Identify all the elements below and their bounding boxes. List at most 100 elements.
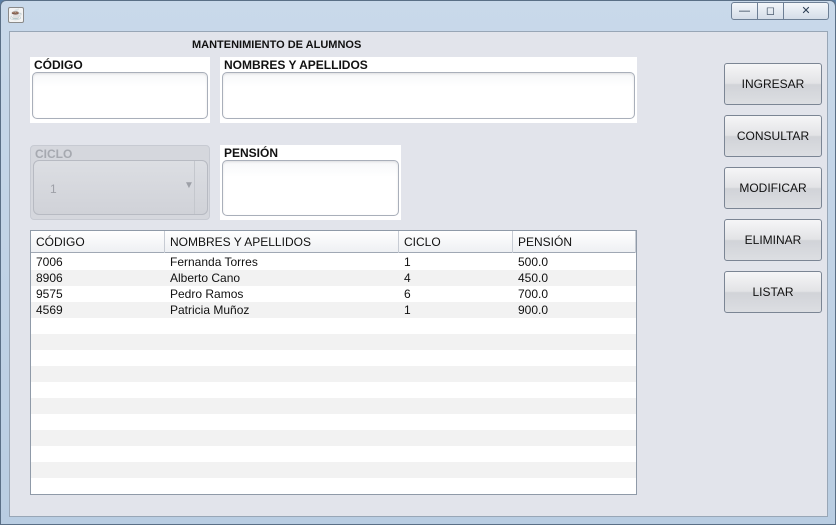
cell-ciclo: 1 (404, 255, 411, 269)
cell-ciclo (399, 414, 513, 430)
cell-nombres (165, 478, 399, 494)
modificar-button[interactable]: MODIFICAR (724, 167, 822, 209)
cell-codigo (31, 446, 165, 462)
cell-pension (513, 350, 636, 366)
table-row[interactable] (31, 334, 636, 350)
cell-codigo (31, 398, 165, 414)
cell-ciclo (399, 350, 513, 366)
cell-nombres (165, 430, 399, 446)
cell-codigo (31, 318, 165, 334)
column-header-pension[interactable]: PENSIÓN (513, 231, 636, 253)
consultar-button[interactable]: CONSULTAR (724, 115, 822, 157)
cell-pension: 450.0 (518, 271, 549, 285)
cell-codigo (31, 430, 165, 446)
minimize-button[interactable]: — (731, 2, 758, 20)
table-row[interactable] (31, 398, 636, 414)
table-row[interactable] (31, 478, 636, 494)
table-row[interactable]: 4569 Patricia Muñoz 1 900.0 (31, 302, 636, 318)
ciclo-selected-value: 1 (50, 182, 57, 196)
codigo-label: CÓDIGO (34, 58, 83, 72)
cell-pension (513, 318, 636, 334)
pension-panel: PENSIÓN (220, 145, 401, 220)
nombres-panel: NOMBRES Y APELLIDOS (220, 57, 637, 123)
close-button[interactable]: ✕ (784, 2, 829, 20)
column-header-ciclo[interactable]: CICLO (399, 231, 513, 253)
cell-codigo: 8906 (36, 271, 63, 285)
table-row[interactable] (31, 430, 636, 446)
nombres-label: NOMBRES Y APELLIDOS (224, 58, 368, 72)
cell-nombres (165, 318, 399, 334)
ciclo-select[interactable]: 1 ▼ (33, 160, 208, 215)
main-panel: MANTENIMIENTO DE ALUMNOS CÓDIGO NOMBRES … (9, 31, 828, 517)
cell-nombres (165, 414, 399, 430)
cell-ciclo (399, 366, 513, 382)
cell-nombres (165, 462, 399, 478)
table-row[interactable]: 7006 Fernanda Torres 1 500.0 (31, 254, 636, 270)
cell-codigo (31, 478, 165, 494)
cell-pension (513, 398, 636, 414)
codigo-panel: CÓDIGO (30, 57, 210, 123)
cell-ciclo (399, 382, 513, 398)
table-row[interactable] (31, 446, 636, 462)
ciclo-panel: CICLO 1 ▼ (30, 145, 210, 220)
cell-codigo: 9575 (36, 287, 63, 301)
table-header: CÓDIGO NOMBRES Y APELLIDOS CICLO PENSIÓN (31, 231, 636, 253)
cell-nombres (165, 334, 399, 350)
java-cup-icon[interactable]: ☕ (8, 7, 24, 23)
cell-codigo: 7006 (36, 255, 63, 269)
table-row[interactable]: 8906 Alberto Cano 4 450.0 (31, 270, 636, 286)
cell-nombres (165, 446, 399, 462)
table-row[interactable] (31, 318, 636, 334)
cell-nombres: Alberto Cano (170, 271, 241, 285)
cell-pension (513, 478, 636, 494)
ingresar-button[interactable]: INGRESAR (724, 63, 822, 105)
cell-pension (513, 414, 636, 430)
window-controls: — ◻ ✕ (731, 2, 829, 20)
alumnos-table[interactable]: CÓDIGO NOMBRES Y APELLIDOS CICLO PENSIÓN… (30, 230, 637, 495)
title-bar: ☕ — ◻ ✕ (1, 1, 835, 29)
cell-nombres: Patricia Muñoz (170, 303, 250, 317)
table-row[interactable] (31, 462, 636, 478)
table-body: 7006 Fernanda Torres 1 500.0 8906 Alberto Ca… (31, 254, 636, 494)
table-row[interactable] (31, 350, 636, 366)
cell-pension (513, 382, 636, 398)
listar-button[interactable]: LISTAR (724, 271, 822, 313)
cell-nombres (165, 366, 399, 382)
codigo-input[interactable] (32, 72, 208, 119)
cell-nombres (165, 350, 399, 366)
cell-pension: 900.0 (518, 303, 549, 317)
column-header-codigo[interactable]: CÓDIGO (31, 231, 165, 253)
chevron-down-icon: ▼ (184, 180, 194, 191)
cell-ciclo (399, 334, 513, 350)
nombres-input[interactable] (222, 72, 635, 119)
cell-pension (513, 462, 636, 478)
cell-pension (513, 334, 636, 350)
cell-pension: 700.0 (518, 287, 549, 301)
page-title: MANTENIMIENTO DE ALUMNOS (192, 39, 362, 51)
cell-ciclo (399, 478, 513, 494)
table-row[interactable] (31, 366, 636, 382)
table-row[interactable]: 9575 Pedro Ramos 6 700.0 (31, 286, 636, 302)
cell-nombres (165, 382, 399, 398)
cell-pension (513, 366, 636, 382)
cell-codigo (31, 414, 165, 430)
cell-nombres: Fernanda Torres (170, 255, 258, 269)
table-row[interactable] (31, 382, 636, 398)
cell-codigo (31, 382, 165, 398)
cell-codigo (31, 334, 165, 350)
cell-ciclo: 4 (404, 271, 411, 285)
cell-codigo (31, 350, 165, 366)
cell-ciclo: 6 (404, 287, 411, 301)
cell-pension: 500.0 (518, 255, 549, 269)
ciclo-label: CICLO (35, 147, 73, 161)
cell-pension (513, 446, 636, 462)
maximize-button[interactable]: ◻ (758, 2, 784, 20)
cell-ciclo (399, 398, 513, 414)
cell-ciclo (399, 318, 513, 334)
pension-input[interactable] (222, 160, 399, 216)
cell-ciclo (399, 430, 513, 446)
table-row[interactable] (31, 414, 636, 430)
column-header-nombres[interactable]: NOMBRES Y APELLIDOS (165, 231, 399, 253)
eliminar-button[interactable]: ELIMINAR (724, 219, 822, 261)
cell-ciclo (399, 446, 513, 462)
